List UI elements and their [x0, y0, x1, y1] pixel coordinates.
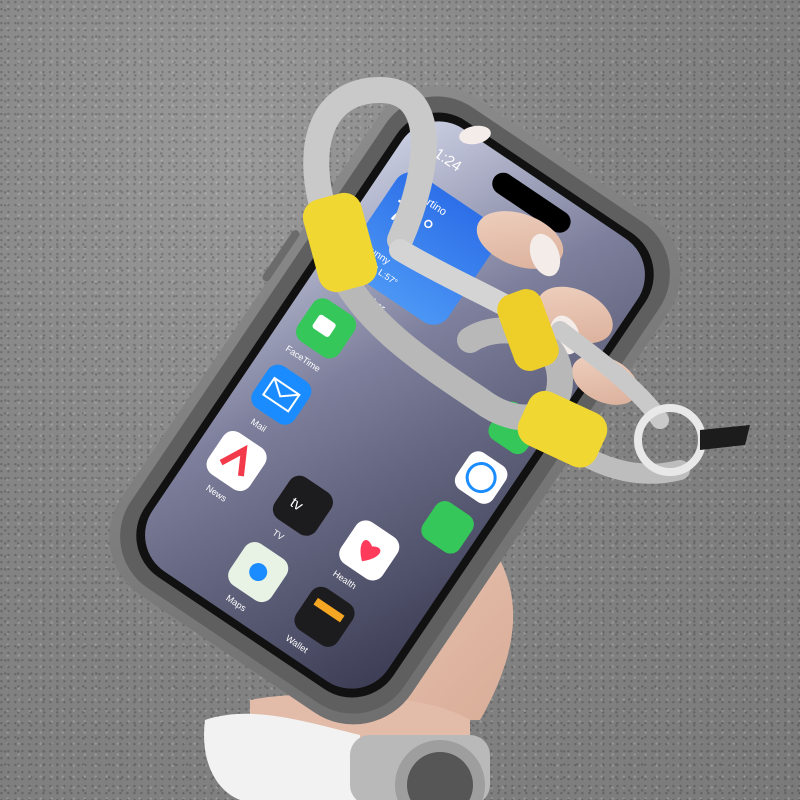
photo-illustration: 11:24 Cupertino 71° Sunny H:88° L:57° We… — [109, 76, 750, 800]
photo-scene: 11:24 Cupertino 71° Sunny H:88° L:57° We… — [0, 0, 800, 800]
lanyard-clip — [700, 425, 750, 450]
